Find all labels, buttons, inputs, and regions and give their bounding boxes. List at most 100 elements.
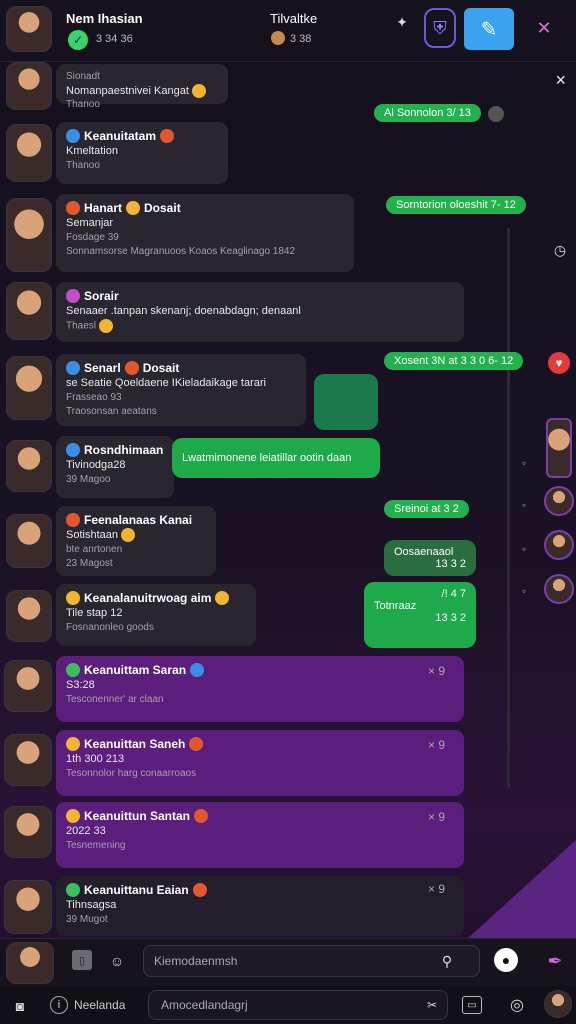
- message-bubble[interactable]: Keanuittanu Eaian Tihnsagsa 39 Mugot: [56, 876, 464, 936]
- reply-label: Totnraaz: [374, 600, 417, 612]
- message-close-icon[interactable]: × 9: [428, 882, 445, 896]
- message-bubble[interactable]: Keanuittun Santan 2022 33 Tesnemening: [56, 802, 464, 868]
- info-icon[interactable]: i: [50, 996, 68, 1014]
- camera-icon[interactable]: ●: [494, 948, 518, 972]
- message-sender: Keanuittam Saran: [84, 663, 187, 677]
- sparkle-icon[interactable]: ✦: [394, 12, 410, 32]
- message-bubble[interactable]: Hanart Dosait Semanjar Fosdage 39 Sonnams…: [56, 194, 354, 272]
- side-contact-avatar[interactable]: [544, 486, 574, 516]
- message-bubble[interactable]: Sionadt Nomanpaestnivei Kangat Thanoo: [56, 64, 228, 110]
- message-meta: Tesconenner' ar claan: [66, 694, 164, 706]
- profile-avatar[interactable]: [544, 990, 572, 1018]
- message-meta: 23 Magost: [66, 557, 113, 569]
- side-contact-avatar[interactable]: [544, 574, 574, 604]
- message-input[interactable]: Kiemodaenmsh: [143, 945, 480, 977]
- message-sender: Senarl: [84, 361, 121, 375]
- message-avatar[interactable]: [6, 198, 52, 272]
- badge-icon: [66, 201, 80, 216]
- message-text: Tile stap 12: [66, 607, 123, 620]
- reply-pill[interactable]: Sorntorion oloeshit 7- 12: [386, 196, 526, 214]
- message-avatar[interactable]: [4, 660, 52, 712]
- reply-bubble[interactable]: [314, 374, 378, 430]
- reply-bubble[interactable]: /! 4 7 Totnraaz 13 3 2: [364, 582, 476, 648]
- message-text: se Seatie Qoeldaene IKieladaikage tarari: [66, 377, 266, 390]
- heart-icon[interactable]: ♥: [548, 352, 570, 374]
- online-status-icon: ✓: [68, 30, 88, 50]
- message-avatar[interactable]: [6, 62, 52, 110]
- emoji-group-icon[interactable]: ✕: [524, 10, 564, 46]
- badge-icon: [66, 289, 80, 304]
- smile-emoji-icon: [126, 201, 141, 216]
- self-avatar[interactable]: [6, 942, 54, 984]
- message-avatar[interactable]: [6, 514, 52, 568]
- smile-emoji-icon: [191, 83, 206, 98]
- spiral-icon[interactable]: ◎: [506, 994, 528, 1016]
- camera-small-icon[interactable]: ◙: [10, 996, 30, 1016]
- message-sender: Keanuittanu Eaian: [84, 883, 189, 897]
- message-avatar[interactable]: [6, 440, 52, 492]
- message-bubble[interactable]: Rosndhimaan Tivinodga28 39 Magoo: [56, 436, 174, 498]
- shield-icon[interactable]: ⛨: [424, 8, 456, 48]
- new-chat-button[interactable]: ✎: [464, 8, 514, 50]
- message-bubble[interactable]: Keanuitatam Kmeltation Thanoo: [56, 122, 228, 184]
- smile-emoji-icon: [124, 361, 139, 376]
- read-receipt-icon: [488, 106, 504, 122]
- message-bubble[interactable]: Feenalanaas Kanai Sotishtaan bte anrtone…: [56, 506, 216, 576]
- message-meta: Thaesl: [66, 320, 97, 332]
- message-meta: 39 Magoo: [66, 474, 111, 486]
- search-icon[interactable]: ⚲: [436, 950, 458, 972]
- scrollbar[interactable]: [507, 228, 510, 788]
- message-bubble[interactable]: Keanuittan Saneh 1th 300 213 Tesonnolor …: [56, 730, 464, 796]
- message-meta: Thanoo: [66, 160, 100, 172]
- side-dot-icon: ◦: [522, 456, 527, 470]
- badge-icon: [66, 809, 80, 824]
- message-text: Semanjar: [66, 217, 114, 230]
- message-sender: Keanalanuitrwoag aim: [84, 591, 212, 605]
- clock-icon[interactable]: ◷: [550, 240, 570, 260]
- message-close-icon[interactable]: × 9: [428, 810, 445, 824]
- feather-icon[interactable]: ✒: [542, 948, 568, 974]
- message-bubble[interactable]: Keanuittam Saran S3:28 Tesconenner' ar c…: [56, 656, 464, 722]
- reply-pill[interactable]: Sreinoi at 3 2: [384, 500, 469, 518]
- message-text: 1th 300 213: [66, 753, 125, 766]
- message-meta: Thanoo: [66, 99, 100, 111]
- message-avatar[interactable]: [6, 282, 52, 340]
- badge-icon: [66, 591, 80, 606]
- reaction-icon: [192, 883, 207, 898]
- reply-pill[interactable]: Xosent 3N at 3 3 0 6- 12: [384, 352, 524, 370]
- message-avatar[interactable]: [4, 880, 52, 934]
- background-decoration: [466, 840, 576, 940]
- side-dot-icon: ◦: [522, 584, 527, 598]
- message-bubble[interactable]: Keanalanuitrwoag aim Tile stap 12 Fosnan…: [56, 584, 256, 646]
- message-avatar[interactable]: [6, 124, 52, 182]
- message-avatar[interactable]: [6, 356, 52, 420]
- emoji-icon[interactable]: ☺: [106, 950, 128, 972]
- message-text: S3:28: [66, 679, 95, 692]
- close-icon[interactable]: ×: [555, 70, 566, 91]
- message-avatar[interactable]: [6, 590, 52, 642]
- side-contact-avatar[interactable]: [546, 418, 572, 478]
- image-icon[interactable]: ▭: [462, 996, 482, 1014]
- message-avatar[interactable]: [4, 806, 52, 858]
- scissors-icon[interactable]: ✂: [424, 996, 440, 1014]
- reply-pill[interactable]: Al Sonnolon 3/ 13: [374, 104, 481, 122]
- attachment-icon[interactable]: ▯: [72, 950, 92, 970]
- message-bubble[interactable]: Sorair Senaaer .tanpan skenanj; doenabda…: [56, 282, 464, 342]
- bottom-label: Neelanda: [74, 998, 126, 1012]
- message-tag: Dosait: [144, 201, 181, 215]
- message-meta: Fosnanonleo goods: [66, 622, 154, 634]
- bottom-search-input[interactable]: Amocedlandagrj: [148, 990, 448, 1020]
- reply-time: /! 4 7: [441, 588, 466, 600]
- message-avatar[interactable]: [4, 734, 52, 786]
- reply-bubble[interactable]: Lwatmimonene leiatillar ootin daan: [172, 438, 380, 478]
- message-text: 2022 33: [66, 825, 106, 838]
- badge-icon: [66, 361, 80, 376]
- side-contact-avatar[interactable]: [544, 530, 574, 560]
- message-close-icon[interactable]: × 9: [428, 738, 445, 752]
- reply-bubble[interactable]: Oosaenaaol 13 3 2: [384, 540, 476, 576]
- chat-subtitle: 3 34 36: [96, 33, 133, 45]
- user-avatar[interactable]: [6, 6, 52, 52]
- message-sender: Feenalanaas Kanai: [84, 513, 193, 527]
- message-bubble[interactable]: Senarl Dosait se Seatie Qoeldaene IKielad…: [56, 354, 306, 426]
- message-close-icon[interactable]: × 9: [428, 664, 445, 678]
